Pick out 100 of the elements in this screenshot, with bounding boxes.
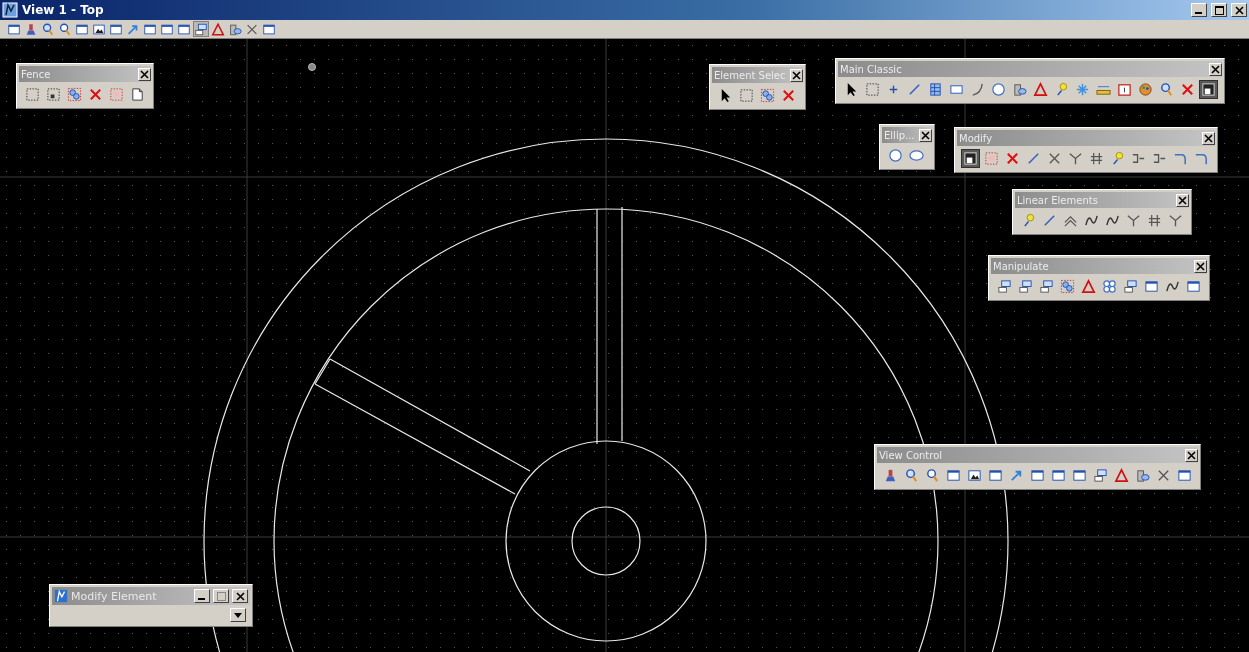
palette-title: Ellip... [884,129,915,141]
window-icon [262,21,276,37]
maximize-button[interactable] [213,589,229,603]
dropdown-button[interactable] [230,608,246,622]
close-button[interactable] [1202,131,1215,145]
triangle-icon [1081,279,1096,294]
dashed-square-icon [984,151,999,166]
corner-icon [1194,151,1209,166]
window-icon [988,468,1003,483]
dashed-rectangle-icon [46,87,61,102]
square-icon [1201,82,1216,97]
tool-button[interactable] [44,85,63,104]
close-icon [235,591,245,601]
close-icon [140,69,149,79]
magnifier-icon [41,21,55,37]
triangle-icon [1114,468,1129,483]
dashed-circles-icon [760,88,775,103]
maximize-button[interactable] [1211,3,1227,17]
x-icon [1005,151,1020,166]
tool-button[interactable] [1016,277,1035,296]
magnifier-icon [925,468,940,483]
tool-button[interactable] [57,21,73,37]
wave-icon [1105,213,1120,228]
app-logo-icon [2,2,18,18]
close-button[interactable] [1185,448,1198,462]
tool-button[interactable] [261,21,277,37]
close-icon [920,130,930,140]
magnifier-icon [904,468,919,483]
copy-icon [1018,279,1033,294]
wave-icon [1165,279,1180,294]
copy-icon [1093,468,1108,483]
window-icon [177,21,191,37]
tool-button[interactable] [91,21,107,37]
tool-button[interactable] [1037,277,1056,296]
close-icon [1204,133,1213,143]
window-icon [109,21,123,37]
corner-icon [1173,151,1188,166]
dashed-circles-icon [67,87,82,102]
window-icon [1030,468,1045,483]
window-icon [946,468,961,483]
tool-button[interactable] [74,21,90,37]
close-icon [1211,64,1220,74]
tool-button[interactable] [108,21,124,37]
cross-icon [1047,151,1062,166]
tool-button[interactable] [1199,80,1218,99]
frame-icon [1117,82,1132,97]
x-icon [781,88,796,103]
palette-title: Fence [21,68,51,80]
magnifier-icon [58,21,72,37]
brush-icon [24,21,38,37]
hatched-rectangle-icon [928,82,943,97]
ellipse-icon [909,148,924,163]
close-button[interactable] [789,68,803,82]
circle-icon [991,82,1006,97]
close-button[interactable] [1194,259,1207,273]
close-button[interactable] [1209,62,1222,76]
palette-title: Element Selec [714,69,786,81]
magnifier-icon [1159,82,1174,97]
window-icon [1177,468,1192,483]
copy-icon [1123,279,1138,294]
brush-icon [883,468,898,483]
close-button[interactable] [232,589,248,603]
fork-icon [1068,151,1083,166]
cylinder-icon [1012,82,1027,97]
palette-icon [1138,82,1153,97]
tool-button[interactable] [159,21,175,37]
line-icon [1042,213,1057,228]
tool-button[interactable] [995,277,1014,296]
join-icon [1131,151,1146,166]
circle-icon [888,148,903,163]
close-icon [1196,261,1205,271]
minimize-button[interactable] [194,589,210,603]
dashed-circles-icon [1060,279,1075,294]
arc-icon [970,82,985,97]
close-button[interactable] [1231,3,1247,17]
tool-button[interactable] [142,21,158,37]
window-title: Modify Element [71,589,158,603]
maximize-icon [216,591,226,601]
triangle-icon [1033,82,1048,97]
wave-icon [1084,213,1099,228]
chevron-icon [1063,213,1078,228]
rectangle-icon [949,82,964,97]
bulb-icon [1021,213,1036,228]
close-button[interactable] [1176,193,1189,207]
x-icon [1180,82,1195,97]
tool-button[interactable] [193,21,209,37]
minimize-button[interactable] [1191,3,1207,17]
window-icon [1051,468,1066,483]
close-button[interactable] [138,67,151,81]
square-icon [963,151,978,166]
tool-button[interactable] [6,21,22,37]
tool-button[interactable] [1121,277,1140,296]
tool-button[interactable] [961,149,980,168]
close-button[interactable] [918,128,932,142]
tool-button[interactable] [1091,466,1110,485]
picture-icon [92,21,106,37]
star-icon [1075,82,1090,97]
tool-button[interactable] [176,21,192,37]
palette-title: Modify [959,132,993,144]
fork-icon [1126,213,1141,228]
